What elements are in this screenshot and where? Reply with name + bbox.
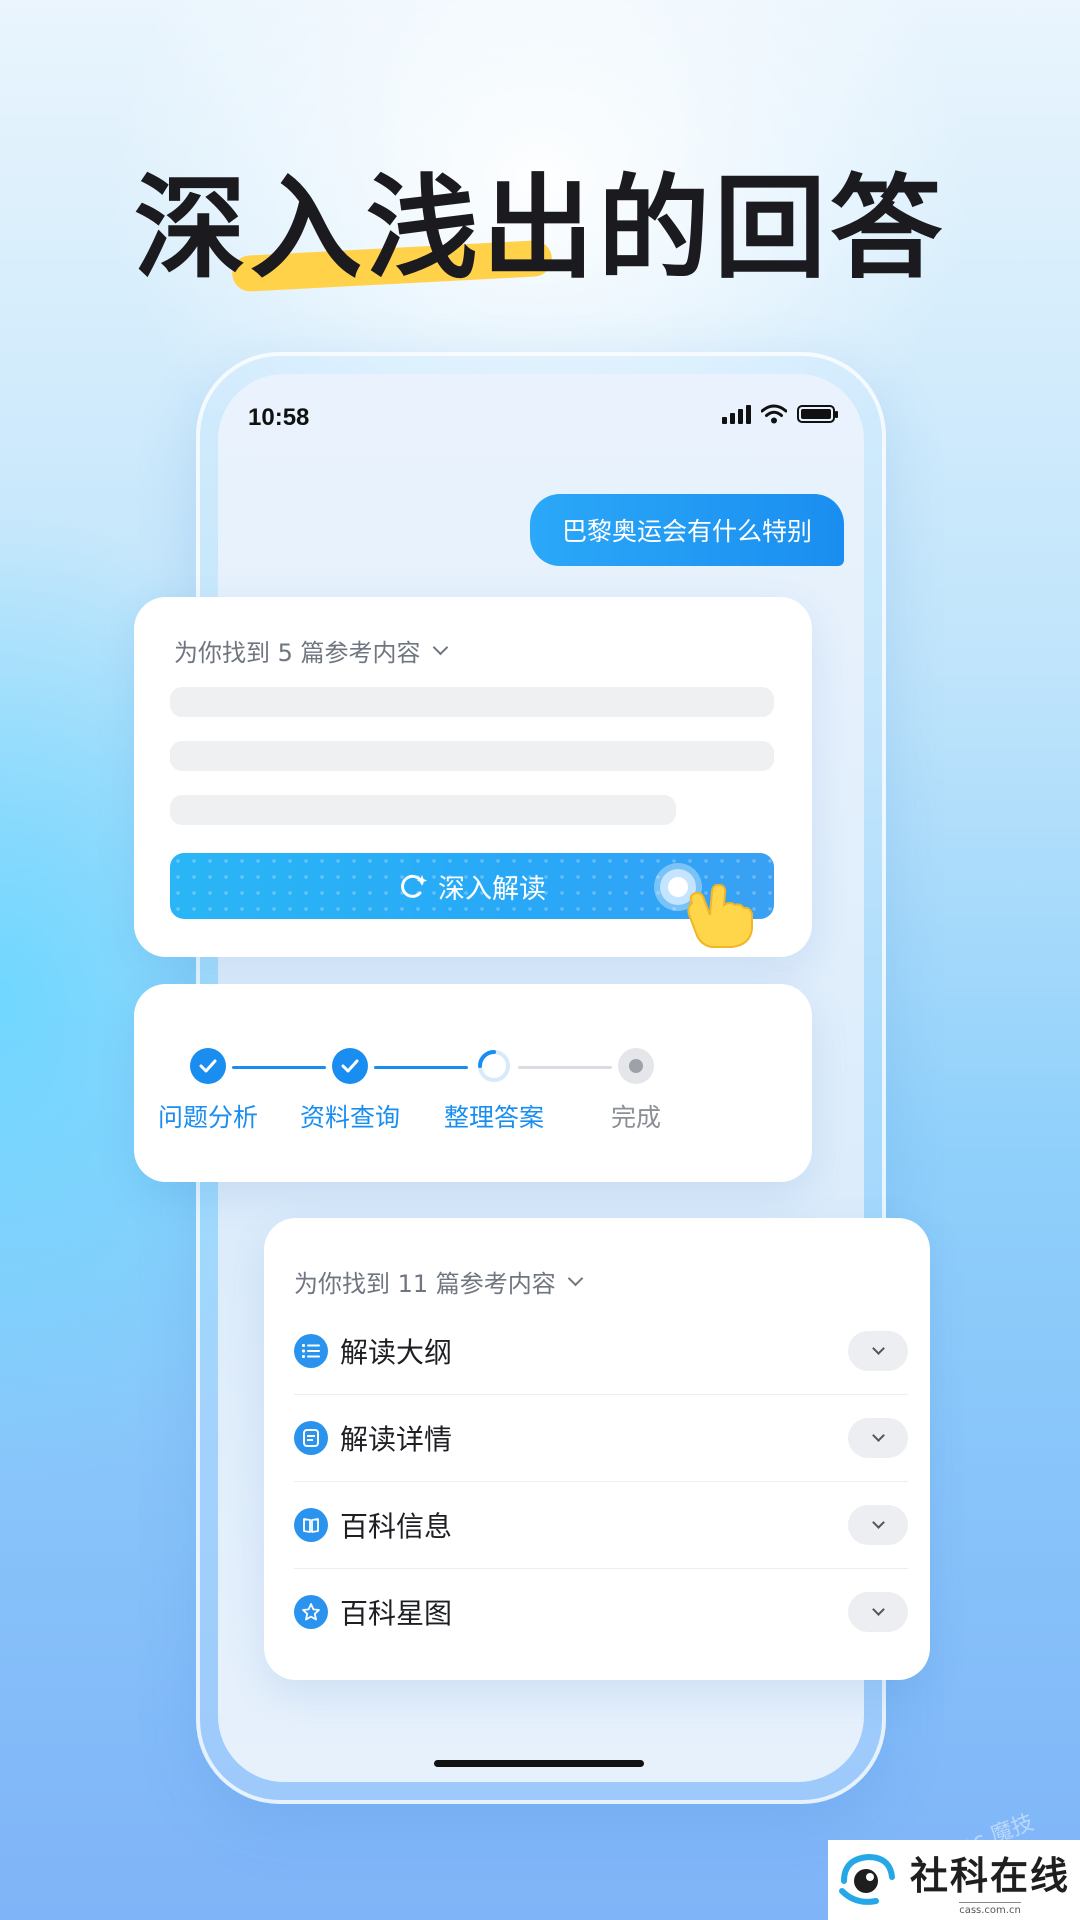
- deep-read-label: 深入解读: [438, 873, 546, 905]
- eye-logo-icon: [839, 1853, 895, 1905]
- skeleton-line: [170, 795, 676, 825]
- page-headline: 深入浅出的回答: [134, 164, 946, 294]
- watermark-url: cass.com.cn: [959, 1901, 1021, 1916]
- book-icon: [294, 1508, 328, 1542]
- refs-label: 为你找到 11 篇参考内容: [294, 1270, 556, 1298]
- chevron-down-icon: [432, 639, 448, 656]
- section-label: 解读大纲: [340, 1336, 453, 1369]
- pointer-hand-icon: [687, 883, 753, 948]
- progress-card: 问题分析 资料查询 整理答案 完成: [134, 984, 812, 1182]
- chevron-down-icon: [871, 1429, 885, 1442]
- section-label: 百科星图: [340, 1597, 453, 1630]
- step-pending-icon: [618, 1048, 654, 1084]
- section-label: 解读详情: [340, 1423, 453, 1456]
- chevron-down-icon: [871, 1516, 885, 1529]
- progress-steps: 问题分析 资料查询 整理答案 完成: [158, 1048, 778, 1132]
- step-label: 资料查询: [299, 1103, 400, 1132]
- step-done-icon: [332, 1048, 368, 1084]
- chevron-down-icon: [871, 1342, 885, 1355]
- chevron-down-icon: [871, 1603, 885, 1616]
- step-label: 完成: [610, 1103, 661, 1132]
- refs-label: 为你找到 5 篇参考内容: [174, 639, 421, 667]
- section-row-outline[interactable]: 解读大纲: [294, 1308, 908, 1394]
- expand-button[interactable]: [848, 1592, 908, 1632]
- section-label: 百科信息: [340, 1510, 453, 1543]
- refs-toggle[interactable]: 为你找到 5 篇参考内容: [174, 633, 448, 668]
- list-icon: [294, 1334, 328, 1368]
- status-time: 10:58: [248, 404, 310, 431]
- refresh-sparkle-icon: [401, 874, 427, 898]
- step-done-icon: [190, 1048, 226, 1084]
- section-row-starmap[interactable]: 百科星图: [294, 1569, 908, 1655]
- results-card: 为你找到 11 篇参考内容 解读大纲 解读详情 百科信息 百科星图: [264, 1218, 930, 1680]
- watermark-name: 社科在线: [910, 1852, 1071, 1898]
- step-loading-icon: [476, 1048, 512, 1084]
- star-icon: [294, 1595, 328, 1629]
- step-connector: [518, 1066, 612, 1069]
- section-row-encyclopedia[interactable]: 百科信息: [294, 1482, 908, 1568]
- step-connector: [232, 1066, 326, 1069]
- refs-toggle[interactable]: 为你找到 11 篇参考内容: [294, 1264, 584, 1299]
- expand-button[interactable]: [848, 1418, 908, 1458]
- skeleton-line: [170, 687, 774, 717]
- watermark: 社科在线 cass.com.cn: [828, 1840, 1080, 1920]
- battery-icon: [797, 405, 838, 423]
- skeleton-line: [170, 741, 774, 771]
- status-icons: [722, 404, 838, 424]
- step-label: 整理答案: [443, 1103, 544, 1132]
- user-message-bubble: 巴黎奥运会有什么特别: [530, 494, 844, 566]
- chevron-down-icon: [567, 1270, 584, 1287]
- document-icon: [294, 1421, 328, 1455]
- wifi-icon: [761, 404, 787, 424]
- expand-button[interactable]: [848, 1505, 908, 1545]
- search-card: 为你找到 5 篇参考内容 深入解读: [134, 597, 812, 957]
- expand-button[interactable]: [848, 1331, 908, 1371]
- watermark-text: 社科在线 cass.com.cn: [910, 1845, 1070, 1916]
- signal-icon: [722, 404, 751, 424]
- step-connector: [374, 1066, 468, 1069]
- section-row-details[interactable]: 解读详情: [294, 1395, 908, 1481]
- step-label: 问题分析: [157, 1103, 258, 1132]
- home-indicator: [434, 1760, 644, 1767]
